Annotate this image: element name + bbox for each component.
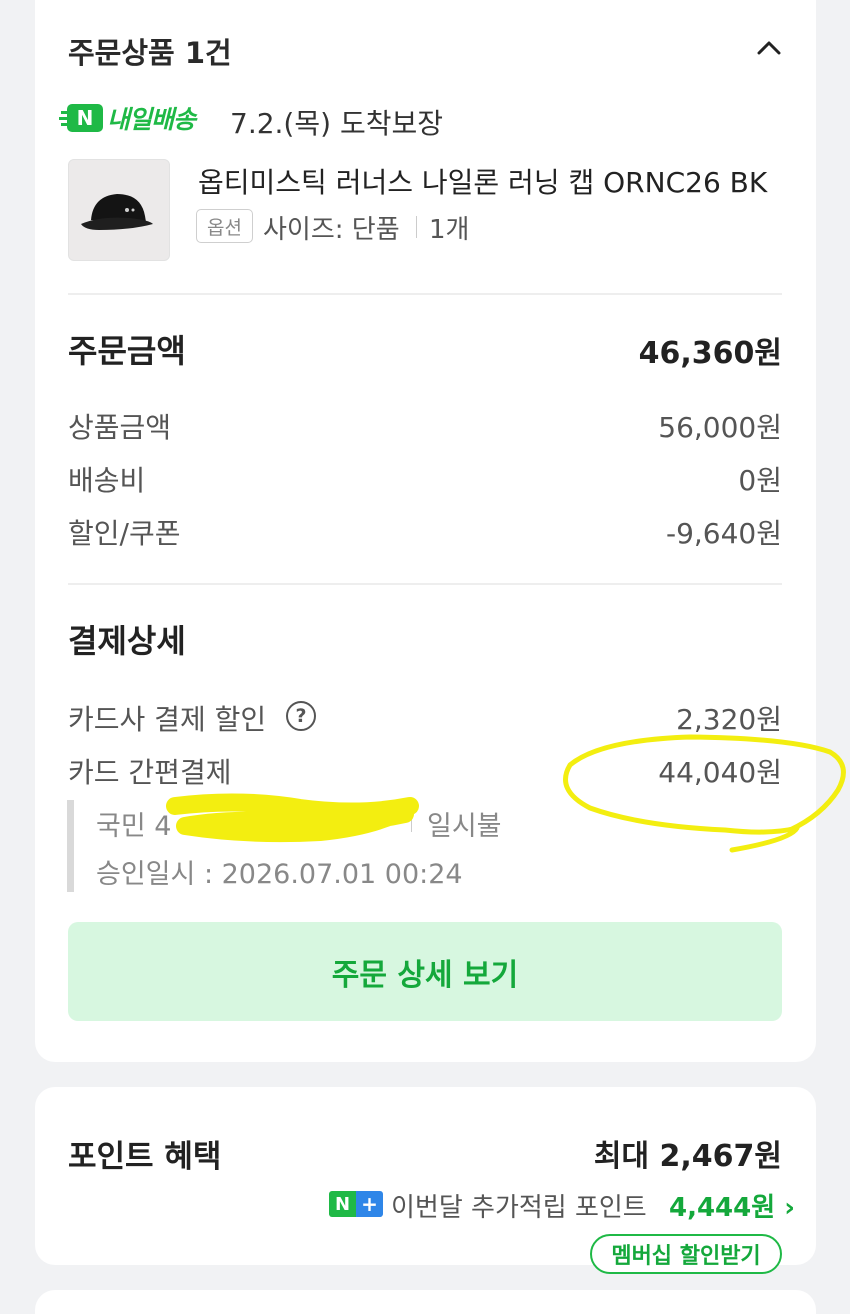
option-tag: 옵션 bbox=[196, 209, 253, 243]
order-items-title: 주문상품 1건 bbox=[68, 36, 232, 70]
next-card bbox=[35, 1290, 816, 1314]
extra-point-link[interactable]: 4,444원 › bbox=[669, 1187, 795, 1224]
divider bbox=[68, 583, 782, 585]
easy-pay-value: 44,040원 bbox=[658, 756, 782, 789]
payment-detail-title: 결제상세 bbox=[68, 622, 186, 660]
product-name[interactable]: 옵티미스틱 러너스 나일론 러닝 캡 ORNC26 BK bbox=[198, 161, 767, 201]
option-divider bbox=[416, 216, 417, 238]
point-benefit-card: 포인트 혜택 최대 2,467원 N + 이번달 추가적립 포인트 4,444원 … bbox=[35, 1087, 816, 1274]
shipping-fee-value: 0원 bbox=[738, 464, 782, 497]
payment-info-bar bbox=[67, 800, 74, 892]
product-price-label: 상품금액 bbox=[68, 411, 172, 444]
discount-label: 할인/쿠폰 bbox=[68, 517, 181, 550]
card-discount-label: 카드사 결제 할인 bbox=[68, 703, 267, 736]
shipping-fee-label: 배송비 bbox=[68, 464, 146, 497]
option-text: 사이즈: 단품 bbox=[263, 215, 400, 245]
card-discount-value: 2,320원 bbox=[676, 703, 782, 736]
delivery-brand: 내일배송 bbox=[107, 105, 196, 134]
card-bank: 국민 4 bbox=[96, 811, 172, 842]
point-benefit-title: 포인트 혜택 bbox=[68, 1139, 222, 1175]
order-amount-total: 46,360원 bbox=[638, 336, 782, 371]
naver-delivery-icon: N bbox=[61, 104, 103, 132]
extra-point-label: 이번달 추가적립 포인트 bbox=[391, 1193, 647, 1223]
delivery-date: 7.2.(목) 도착보장 bbox=[230, 107, 443, 140]
membership-discount-button[interactable]: 멤버십 할인받기 bbox=[590, 1234, 782, 1274]
installment-type: 일시불 bbox=[427, 811, 502, 842]
option-quantity: 1개 bbox=[429, 215, 470, 245]
cap-image bbox=[81, 194, 153, 230]
divider bbox=[68, 293, 782, 295]
approval-datetime: 승인일시 : 2026.07.01 00:24 bbox=[96, 859, 463, 890]
product-price-value: 56,000원 bbox=[658, 411, 782, 444]
order-detail-button[interactable]: 주문 상세 보기 bbox=[68, 922, 782, 1021]
order-amount-title: 주문금액 bbox=[68, 332, 186, 370]
product-image[interactable] bbox=[68, 159, 170, 261]
chevron-up-icon[interactable] bbox=[753, 32, 785, 64]
delivery-badge: N 내일배송 bbox=[61, 103, 196, 134]
extra-point-amount: 4,444원 bbox=[669, 1193, 776, 1223]
discount-value: -9,640원 bbox=[665, 517, 782, 550]
easy-pay-label: 카드 간편결제 bbox=[68, 756, 232, 789]
order-card: 주문상품 1건 N 내일배송 7.2.(목) 도착보장 옵티미스틱 러너스 나일… bbox=[35, 0, 816, 1062]
naver-plus-icon: N + bbox=[329, 1191, 383, 1217]
point-max-value: 최대 2,467원 bbox=[593, 1139, 782, 1174]
question-circle-icon[interactable]: ? bbox=[286, 701, 316, 731]
payment-divider bbox=[411, 810, 412, 832]
chevron-right-icon: › bbox=[784, 1193, 795, 1223]
